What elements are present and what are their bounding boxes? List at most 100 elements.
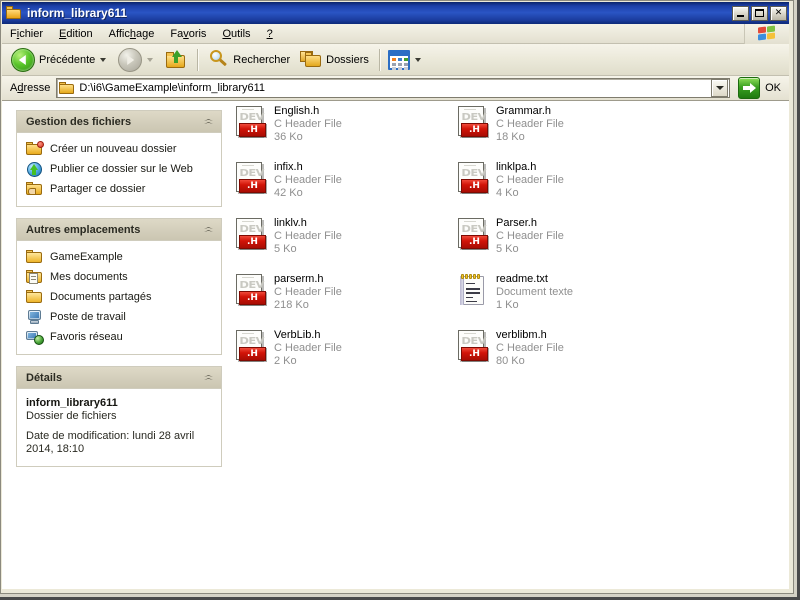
panel-other-places: Autres emplacements GameExample Mes docu… [16,218,222,355]
new-folder-icon [26,141,44,157]
header-file-icon: DEV .H [234,274,268,308]
file-item[interactable]: DEV .H VerbLib.h C Header File 2 Ko [232,328,448,380]
share-folder-icon [26,181,44,197]
menu-item-outils[interactable]: Outils [214,26,258,42]
panel-file-tasks: Gestion des fichiers Créer un nouveau do… [16,110,222,207]
close-button[interactable]: ✕ [770,5,787,21]
place-label: Favoris réseau [50,331,123,343]
place-my-documents[interactable]: Mes documents [17,267,221,287]
panel-header-details[interactable]: Détails [17,367,221,389]
file-texts: English.h C Header File 36 Ko [274,104,342,144]
menu-item-fichier[interactable]: Fichier [2,26,51,42]
forward-dropdown-icon[interactable] [147,57,154,62]
forward-button[interactable] [113,46,160,74]
header-file-icon: DEV .H [456,330,490,364]
menu-item-affichage[interactable]: Affichage [101,26,163,42]
file-type: C Header File [496,342,564,354]
place-my-computer[interactable]: Poste de travail [17,307,221,327]
file-type: C Header File [274,230,342,242]
folder-icon [26,249,44,265]
file-badge-label: .H [247,236,258,247]
chevron-up-icon[interactable] [202,223,215,236]
file-item[interactable]: readme.txt Document texte 1 Ko [454,272,670,324]
windows-logo-button[interactable] [744,23,789,44]
search-label: Rechercher [233,53,291,66]
panel-header-other-places[interactable]: Autres emplacements [17,219,221,241]
file-name: readme.txt [496,273,548,285]
windows-flag-icon [758,25,776,41]
place-shared-documents[interactable]: Documents partagés [17,287,221,307]
forward-arrow-icon [118,47,143,72]
back-arrow-icon [11,47,35,72]
file-item[interactable]: DEV .H verblibm.h C Header File 80 Ko [454,328,670,380]
maximize-button[interactable] [751,5,768,21]
header-file-icon: DEV .H [234,218,268,252]
file-size: 218 Ko [274,299,309,311]
menu-item-favoris[interactable]: Favoris [162,26,214,42]
file-type: C Header File [496,230,564,242]
file-badge-label: .H [469,180,480,191]
menu-item-edition[interactable]: Edition [51,26,101,42]
place-gameexample[interactable]: GameExample [17,247,221,267]
go-button[interactable]: OK [738,77,785,99]
file-texts: Grammar.h C Header File 18 Ko [496,104,564,144]
file-size: 1 Ko [496,299,519,311]
task-new-folder[interactable]: Créer un nouveau dossier [17,139,221,159]
views-button[interactable] [386,47,425,73]
file-badge-label: .H [469,348,480,359]
file-item[interactable]: DEV .H linklpa.h C Header File 4 Ko [454,160,670,212]
menu-item-help[interactable]: ? [259,26,281,42]
chevron-up-icon[interactable] [202,115,215,128]
back-button[interactable]: Précédente [6,46,113,74]
file-type: C Header File [274,286,342,298]
file-type: Document texte [496,286,574,298]
panel-details: Détails inform_library611 Dossier de fic… [16,366,222,467]
file-texts: parserm.h C Header File 218 Ko [274,272,342,312]
place-network[interactable]: Favoris réseau [17,327,221,347]
file-item[interactable]: DEV .H Parser.h C Header File 5 Ko [454,216,670,268]
file-size: 2 Ko [274,355,297,367]
folders-icon [300,50,322,69]
file-badge-label: .H [469,124,480,135]
file-texts: VerbLib.h C Header File 2 Ko [274,328,342,368]
search-button[interactable]: Rechercher [204,46,295,74]
place-label: GameExample [50,251,123,263]
go-arrow-icon [738,77,761,99]
chevron-up-icon[interactable] [202,371,215,384]
header-file-icon: DEV .H [456,218,490,252]
address-input[interactable]: D:\i6\GameExample\inform_library611 [56,78,731,98]
explorer-body: Gestion des fichiers Créer un nouveau do… [2,101,789,589]
file-name: Parser.h [496,217,537,229]
file-item[interactable]: DEV .H Grammar.h C Header File 18 Ko [454,104,670,156]
minimize-button[interactable] [732,5,749,21]
views-icon [387,49,410,70]
up-folder-icon [165,49,187,70]
file-item[interactable]: DEV .H infix.h C Header File 42 Ko [232,160,448,212]
file-texts: readme.txt Document texte 1 Ko [496,272,573,312]
folder-icon [6,6,22,20]
views-dropdown-icon[interactable] [414,57,421,62]
file-type: C Header File [274,118,342,130]
file-item[interactable]: DEV .H parserm.h C Header File 218 Ko [232,272,448,324]
file-item[interactable]: DEV .H English.h C Header File 36 Ko [232,104,448,156]
window-controls: ✕ [732,5,787,21]
network-places-icon [26,329,44,345]
folders-button[interactable]: Dossiers [295,46,374,74]
task-publish-web[interactable]: Publier ce dossier sur le Web [17,159,221,179]
back-dropdown-icon[interactable] [100,57,107,62]
header-file-icon: DEV .H [456,106,490,140]
panel-header-file-tasks[interactable]: Gestion des fichiers [17,111,221,133]
file-name: infix.h [274,161,303,173]
my-documents-icon [26,269,44,285]
file-list[interactable]: DEV .H English.h C Header File 36 Ko DEV… [230,102,789,589]
file-item[interactable]: DEV .H linklv.h C Header File 5 Ko [232,216,448,268]
panel-body-other-places: GameExample Mes documents Documents part… [17,241,221,354]
panel-body-file-tasks: Créer un nouveau dossier Publier ce doss… [17,133,221,206]
panel-title: Autres emplacements [26,223,141,236]
up-button[interactable] [160,46,192,74]
title-bar[interactable]: inform_library611 ✕ [2,2,789,24]
search-icon [209,49,229,70]
address-bar: Adresse D:\i6\GameExample\inform_library… [2,76,789,101]
task-share-folder[interactable]: Partager ce dossier [17,179,221,199]
address-dropdown-button[interactable] [711,79,729,97]
